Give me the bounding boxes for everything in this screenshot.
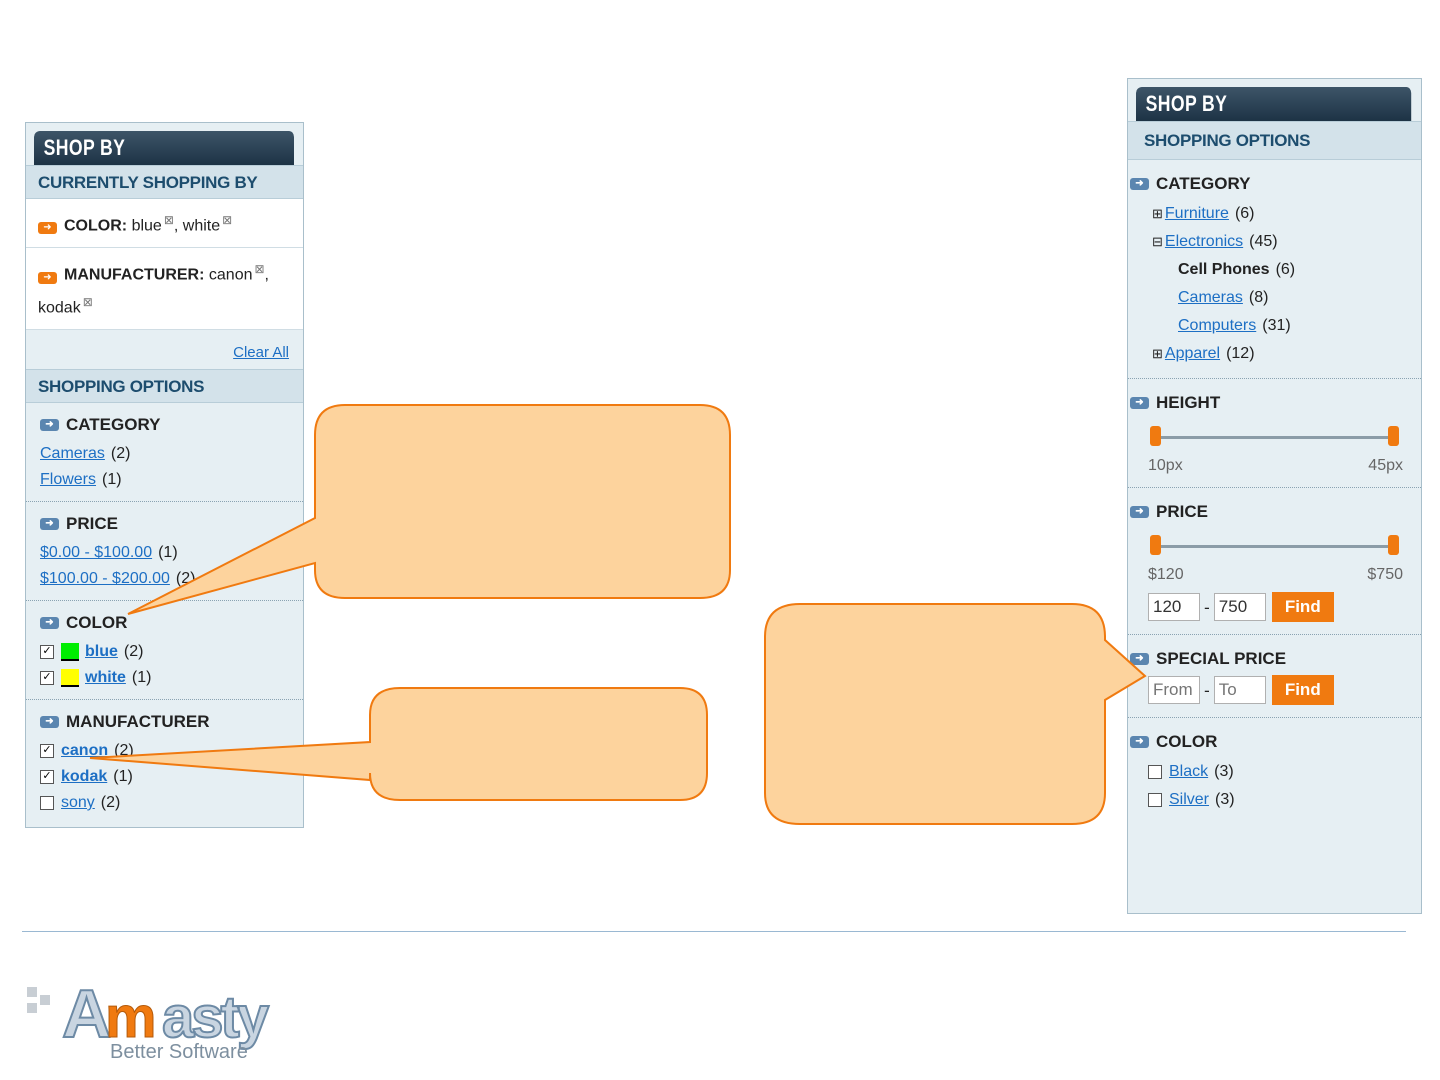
callout-bubble bbox=[89, 687, 708, 801]
divider bbox=[22, 931, 1406, 932]
svg-text:A: A bbox=[62, 976, 110, 1052]
callout-bubble bbox=[127, 404, 731, 615]
amasty-logo: A m asty Better Software bbox=[22, 975, 322, 1071]
logo-tagline: Better Software bbox=[110, 1041, 248, 1063]
callout-color-swatches bbox=[89, 404, 1147, 825]
callout-bubble bbox=[764, 603, 1147, 825]
